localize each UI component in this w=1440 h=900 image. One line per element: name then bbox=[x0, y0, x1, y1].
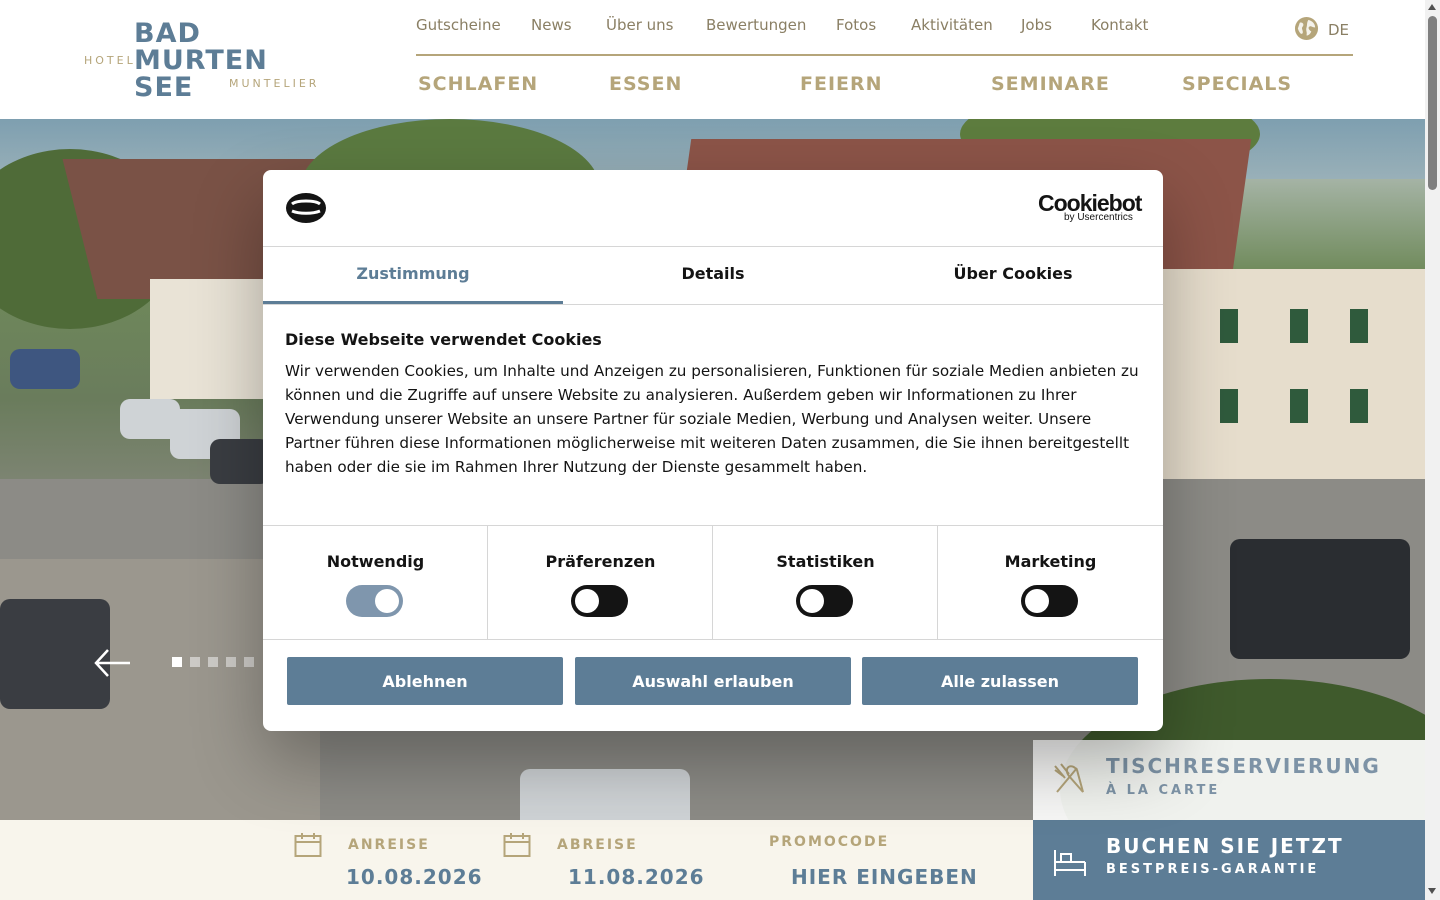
promocode-label: PROMOCODE bbox=[769, 834, 890, 850]
category-label: Notwendig bbox=[326, 552, 425, 571]
cutlery-icon bbox=[1054, 763, 1084, 793]
bed-icon bbox=[1054, 850, 1086, 876]
logo-hotel-text: HOTEL bbox=[84, 54, 136, 67]
cookie-dialog-header: Cookiebot by Usercentrics bbox=[263, 170, 1163, 247]
cookie-logo-icon bbox=[286, 193, 326, 223]
cookie-tabs: Zustimmung Details Über Cookies bbox=[263, 248, 1163, 305]
category-label: Präferenzen bbox=[545, 552, 656, 571]
category-label: Statistiken bbox=[776, 552, 875, 571]
table-reservation-title: TISCHRESERVIERUNG bbox=[1106, 754, 1381, 778]
language-code: DE bbox=[1328, 21, 1350, 39]
toggle-praeferenzen[interactable] bbox=[571, 585, 628, 617]
toggle-knob bbox=[800, 589, 824, 613]
category-praeferenzen: Präferenzen bbox=[488, 526, 713, 639]
scroll-up-icon[interactable] bbox=[1428, 4, 1436, 10]
category-notwendig: Notwendig bbox=[263, 526, 488, 639]
arrival-date-input[interactable]: 10.08.2026 bbox=[346, 865, 483, 889]
category-statistiken: Statistiken bbox=[713, 526, 938, 639]
hero-window bbox=[1350, 389, 1368, 423]
arrow-left-icon[interactable] bbox=[92, 646, 132, 680]
scroll-down-icon[interactable] bbox=[1428, 888, 1436, 894]
table-reservation-button[interactable]: TISCHRESERVIERUNG À LA CARTE bbox=[1033, 740, 1425, 820]
tab-zustimmung[interactable]: Zustimmung bbox=[263, 248, 563, 304]
booking-bar: ANREISE 10.08.2026 ABREISE 11.08.2026 PR… bbox=[0, 820, 1033, 900]
toggle-knob bbox=[375, 589, 399, 613]
hero-window bbox=[1220, 309, 1238, 343]
topnav-news[interactable]: News bbox=[531, 16, 572, 34]
mainnav-feiern[interactable]: FEIERN bbox=[800, 73, 883, 95]
hero-window bbox=[1350, 309, 1368, 343]
cookie-title: Diese Webseite verwendet Cookies bbox=[285, 330, 602, 349]
arrival-label: ANREISE bbox=[348, 837, 430, 853]
hero-car bbox=[1230, 539, 1410, 659]
tab-ueber-cookies[interactable]: Über Cookies bbox=[863, 248, 1163, 304]
allow-all-button[interactable]: Alle zulassen bbox=[862, 657, 1138, 705]
departure-date-input[interactable]: 11.08.2026 bbox=[568, 865, 705, 889]
nav-divider bbox=[416, 54, 1353, 56]
slider-dot-4[interactable] bbox=[226, 657, 236, 667]
topnav-aktivitaeten[interactable]: Aktivitäten bbox=[911, 16, 993, 34]
decline-button[interactable]: Ablehnen bbox=[287, 657, 563, 705]
topnav-ueber-uns[interactable]: Über uns bbox=[606, 16, 674, 34]
table-reservation-subtitle: À LA CARTE bbox=[1106, 783, 1221, 798]
scrollbar-thumb[interactable] bbox=[1428, 16, 1437, 190]
toggle-notwendig bbox=[346, 585, 403, 617]
calendar-icon bbox=[503, 833, 531, 857]
cookie-consent-dialog: Cookiebot by Usercentrics Zustimmung Det… bbox=[263, 170, 1163, 731]
hotel-logo[interactable]: HOTEL BAD MURTEN SEE MUNTELIER bbox=[82, 18, 342, 104]
logo-line-2: MURTEN bbox=[134, 45, 268, 76]
hero-window bbox=[1220, 389, 1238, 423]
hero-car bbox=[210, 439, 270, 484]
book-now-title: BUCHEN SIE JETZT bbox=[1106, 834, 1344, 858]
cookie-categories: Notwendig Präferenzen Statistiken Market… bbox=[263, 525, 1163, 640]
calendar-icon bbox=[294, 833, 322, 857]
mainnav-schlafen[interactable]: SCHLAFEN bbox=[418, 73, 538, 95]
logo-line-3: SEE bbox=[134, 72, 194, 103]
slider-dot-3[interactable] bbox=[208, 657, 218, 667]
cookie-description: Wir verwenden Cookies, um Inhalte und An… bbox=[285, 362, 1139, 476]
book-now-subtitle: BESTPREIS-GARANTIE bbox=[1106, 862, 1320, 877]
logo-muntelier-text: MUNTELIER bbox=[229, 77, 320, 90]
tab-details[interactable]: Details bbox=[563, 248, 863, 304]
mainnav-seminare[interactable]: SEMINARE bbox=[991, 73, 1110, 95]
slider-dot-2[interactable] bbox=[190, 657, 200, 667]
topnav-jobs[interactable]: Jobs bbox=[1021, 16, 1052, 34]
hero-window bbox=[1290, 309, 1308, 343]
category-marketing: Marketing bbox=[938, 526, 1163, 639]
mainnav-specials[interactable]: SPECIALS bbox=[1182, 73, 1292, 95]
toggle-knob bbox=[1025, 589, 1049, 613]
hero-window bbox=[1290, 389, 1308, 423]
topnav-bewertungen[interactable]: Bewertungen bbox=[706, 16, 806, 34]
toggle-marketing[interactable] bbox=[1021, 585, 1078, 617]
allow-selection-button[interactable]: Auswahl erlauben bbox=[575, 657, 851, 705]
mainnav-essen[interactable]: ESSEN bbox=[609, 73, 682, 95]
site-header: HOTEL BAD MURTEN SEE MUNTELIER Gutschein… bbox=[0, 0, 1425, 119]
toggle-statistiken[interactable] bbox=[796, 585, 853, 617]
page-scrollbar[interactable] bbox=[1425, 0, 1440, 900]
promocode-input[interactable]: HIER EINGEBEN bbox=[791, 865, 978, 889]
logo-line-1: BAD bbox=[134, 18, 201, 49]
globe-icon bbox=[1294, 16, 1319, 41]
slider-dot-1[interactable] bbox=[172, 657, 182, 667]
topnav-kontakt[interactable]: Kontakt bbox=[1091, 16, 1148, 34]
hero-car bbox=[10, 349, 80, 389]
topnav-gutscheine[interactable]: Gutscheine bbox=[416, 16, 501, 34]
departure-label: ABREISE bbox=[557, 837, 638, 853]
toggle-knob bbox=[575, 589, 599, 613]
cookiebot-brand-sub: by Usercentrics bbox=[1064, 212, 1133, 223]
topnav-fotos[interactable]: Fotos bbox=[836, 16, 876, 34]
slider-dot-5[interactable] bbox=[244, 657, 254, 667]
category-label: Marketing bbox=[1004, 552, 1097, 571]
hero-car bbox=[520, 769, 690, 820]
book-now-button[interactable]: BUCHEN SIE JETZT BESTPREIS-GARANTIE bbox=[1033, 820, 1425, 900]
